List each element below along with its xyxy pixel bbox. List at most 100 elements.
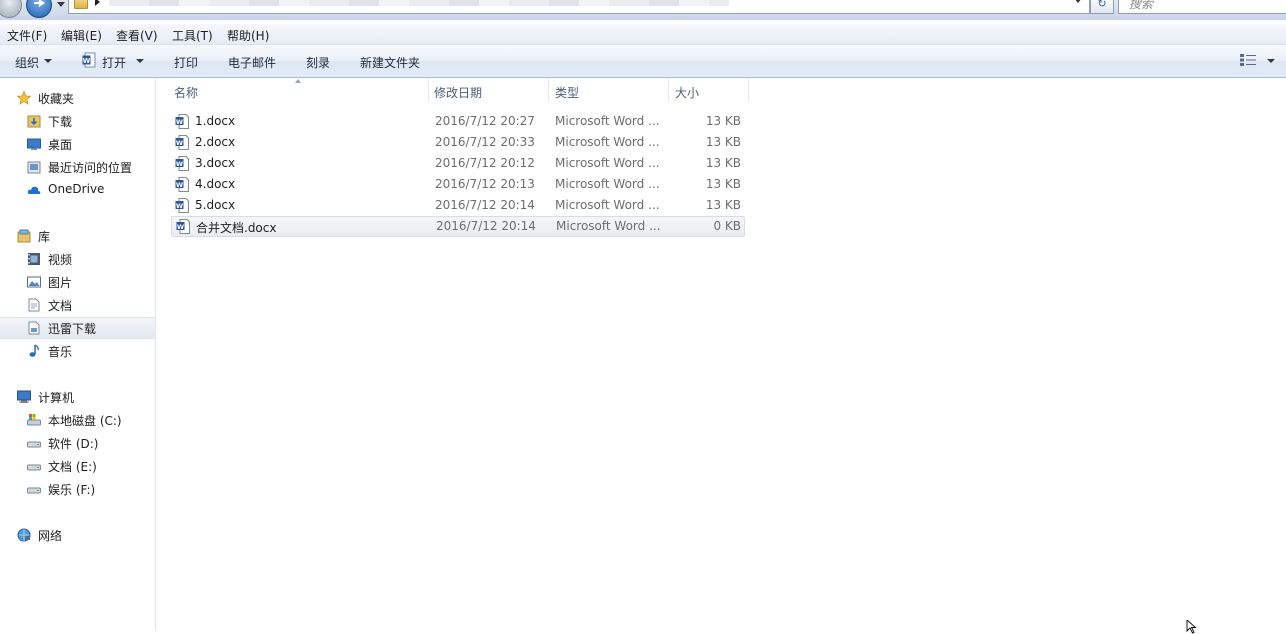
command-bar: 组织 W 打开 打印 电子邮件 刻录 新建文件夹 (0, 45, 1286, 78)
word-document-icon: W (175, 135, 189, 150)
file-name: 4.docx (195, 177, 236, 191)
mouse-cursor-icon (1186, 620, 1197, 634)
nav-computer[interactable]: 计算机 (0, 386, 155, 408)
nav-item-label: 图片 (48, 276, 73, 290)
file-date: 2016/7/12 20:14 (436, 219, 536, 233)
forward-button[interactable] (26, 0, 52, 18)
nav-favorites[interactable]: 收藏夹 (0, 87, 155, 109)
address-field[interactable] (68, 0, 1090, 14)
new-folder-button[interactable]: 新建文件夹 (360, 54, 420, 71)
nav-item-drive-c[interactable]: 本地磁盘 (C:) (0, 409, 155, 431)
column-name[interactable]: 名称 (174, 84, 198, 101)
nav-item-documents[interactable]: 文档 (0, 294, 155, 316)
nav-favorites-label: 收藏夹 (38, 92, 75, 106)
search-input[interactable]: 搜索 (1118, 0, 1286, 14)
file-type: Microsoft Word ... (556, 219, 661, 233)
video-icon (28, 253, 40, 265)
address-bar: ↻ 搜索 (0, 0, 1286, 20)
menu-help[interactable]: 帮助(H) (227, 27, 269, 44)
file-row[interactable]: W 5.docx 2016/7/12 20:14 Microsoft Word … (172, 195, 744, 216)
back-button[interactable] (0, 0, 22, 18)
library-icon (17, 229, 31, 243)
document-icon (28, 298, 40, 312)
svg-text:W: W (176, 181, 183, 189)
recent-places-icon (27, 161, 41, 174)
menu-file[interactable]: 文件(F) (7, 27, 47, 44)
file-size: 13 KB (705, 156, 741, 170)
menu-edit[interactable]: 编辑(E) (61, 27, 102, 44)
nav-item-drive-d[interactable]: 软件 (D:) (0, 432, 155, 454)
address-dropdown-icon[interactable] (1074, 0, 1082, 3)
svg-text:W: W (176, 139, 183, 147)
view-options-icon[interactable] (1240, 54, 1256, 66)
open-button[interactable]: 打开 (102, 54, 126, 71)
system-drive-icon (27, 414, 41, 426)
file-name: 1.docx (195, 114, 236, 128)
svg-text:W: W (176, 202, 183, 210)
nav-item-label: 文档 (E:) (48, 460, 97, 474)
star-icon (17, 91, 31, 105)
print-button[interactable]: 打印 (174, 54, 198, 71)
file-type: Microsoft Word ... (555, 114, 660, 128)
file-row[interactable]: W 3.docx 2016/7/12 20:12 Microsoft Word … (172, 153, 744, 174)
nav-item-drive-e[interactable]: 文档 (E:) (0, 455, 155, 477)
file-row-selected[interactable]: W 合并文档.docx 2016/7/12 20:14 Microsoft Wo… (171, 216, 745, 237)
svg-text:W: W (176, 118, 183, 126)
column-type[interactable]: 类型 (555, 84, 579, 101)
nav-item-videos[interactable]: 视频 (0, 248, 155, 270)
refresh-button[interactable]: ↻ (1090, 0, 1114, 14)
menu-view[interactable]: 查看(V) (116, 27, 158, 44)
word-document-icon: W (175, 198, 189, 213)
column-divider[interactable] (548, 78, 549, 102)
menu-tools[interactable]: 工具(T) (172, 27, 213, 44)
nav-item-label: 文档 (48, 299, 73, 313)
nav-item-xunlei-downloads[interactable]: 迅雷下载 (0, 317, 155, 339)
file-row[interactable]: W 2.docx 2016/7/12 20:33 Microsoft Word … (172, 132, 744, 153)
view-caret-icon[interactable] (1267, 59, 1275, 63)
desktop-icon (27, 138, 41, 150)
picture-icon (27, 276, 41, 288)
word-document-icon: W (176, 219, 190, 234)
word-document-icon: W (175, 156, 189, 171)
nav-libraries[interactable]: 库 (0, 225, 155, 247)
column-divider[interactable] (748, 78, 749, 102)
nav-item-label: 软件 (D:) (48, 437, 99, 451)
file-type: Microsoft Word ... (555, 198, 660, 212)
organize-button[interactable]: 组织 (15, 54, 39, 71)
svg-text:W: W (83, 57, 91, 65)
file-date: 2016/7/12 20:13 (435, 177, 535, 191)
file-name: 合并文档.docx (196, 221, 277, 235)
nav-item-drive-f[interactable]: 娱乐 (F:) (0, 478, 155, 500)
computer-icon (17, 390, 31, 403)
word-icon: W (82, 52, 96, 68)
column-divider[interactable] (428, 78, 429, 102)
organize-caret-icon[interactable] (44, 59, 52, 63)
column-date[interactable]: 修改日期 (434, 84, 482, 101)
menu-bar: 文件(F) 编辑(E) 查看(V) 工具(T) 帮助(H) (0, 24, 1286, 45)
nav-item-label: 迅雷下载 (48, 322, 97, 336)
nav-item-downloads[interactable]: 下载 (0, 110, 155, 132)
file-row[interactable]: W 4.docx 2016/7/12 20:13 Microsoft Word … (172, 174, 744, 195)
file-type: Microsoft Word ... (555, 156, 660, 170)
breadcrumb-arrow-icon[interactable] (95, 0, 100, 6)
word-document-icon: W (175, 177, 189, 192)
nav-item-recent-places[interactable]: 最近访问的位置 (0, 156, 155, 178)
breadcrumb[interactable] (109, 0, 729, 6)
nav-item-music[interactable]: 音乐 (0, 340, 155, 362)
open-caret-icon[interactable] (136, 59, 144, 63)
file-row[interactable]: W 1.docx 2016/7/12 20:27 Microsoft Word … (172, 111, 744, 132)
nav-item-label: OneDrive (48, 182, 105, 196)
email-button[interactable]: 电子邮件 (228, 54, 276, 71)
recent-pages-dropdown[interactable] (57, 2, 65, 7)
file-date: 2016/7/12 20:33 (435, 135, 535, 149)
nav-computer-label: 计算机 (38, 391, 75, 405)
music-icon (29, 344, 39, 357)
column-size[interactable]: 大小 (675, 84, 699, 101)
nav-item-desktop[interactable]: 桌面 (0, 133, 155, 155)
column-divider[interactable] (668, 78, 669, 102)
nav-item-pictures[interactable]: 图片 (0, 271, 155, 293)
nav-item-onedrive[interactable]: OneDrive (0, 179, 155, 201)
burn-button[interactable]: 刻录 (306, 54, 330, 71)
nav-network[interactable]: 网络 (0, 524, 155, 546)
sort-ascending-icon (295, 79, 301, 83)
